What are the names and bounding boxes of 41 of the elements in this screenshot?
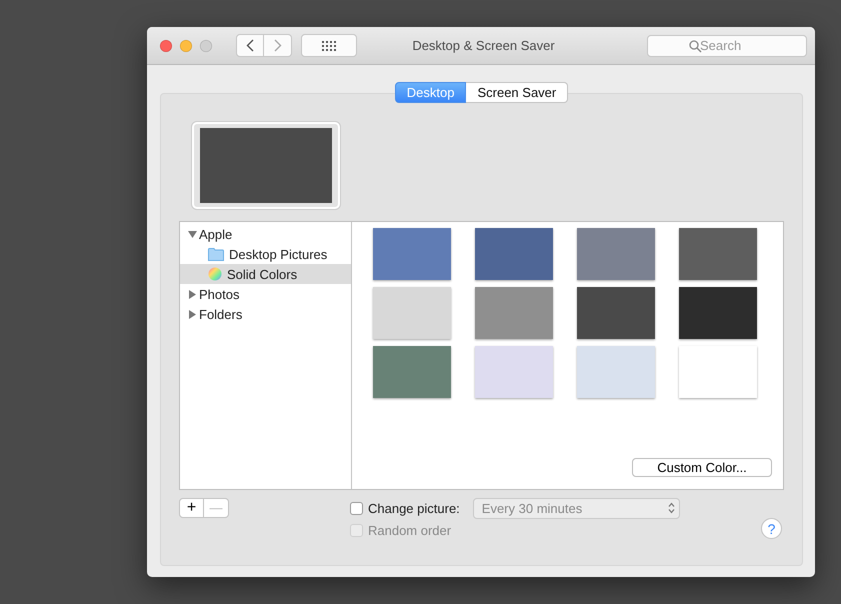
source-item[interactable]: Photos [180,284,351,304]
color-swatch[interactable] [475,228,553,280]
color-swatch[interactable] [577,346,655,398]
color-swatch[interactable] [373,346,451,398]
search-icon [689,40,702,52]
source-item[interactable]: Apple [180,224,351,244]
show-all-button[interactable] [301,34,357,57]
color-swatch[interactable] [577,287,655,339]
close-button[interactable] [160,40,172,52]
search-field[interactable]: Search [647,34,807,56]
help-button[interactable]: ? [761,518,782,539]
color-wheel-icon [208,267,222,281]
minimize-button[interactable] [180,40,192,52]
window-title: Desktop & Screen Saver [412,38,555,53]
updown-chevron-icon [668,502,675,514]
color-swatch[interactable] [475,346,553,398]
zoom-button[interactable] [200,40,212,52]
source-item[interactable]: Folders [180,304,351,324]
change-picture-checkbox[interactable] [350,502,363,514]
collapsed-triangle-icon[interactable] [188,290,197,298]
collapsed-triangle-icon[interactable] [188,310,197,318]
chevron-left-icon [246,39,254,52]
tab[interactable]: Screen Saver [466,82,568,103]
grid-icon [322,40,336,50]
custom-color-button[interactable]: Custom Color... [632,458,772,477]
color-swatch[interactable] [373,287,451,339]
color-swatch[interactable] [679,346,757,398]
color-swatch[interactable] [373,228,451,280]
random-order-label: Random order [368,522,452,538]
color-swatch[interactable] [577,228,655,280]
expanded-triangle-icon[interactable] [188,230,197,238]
color-swatch[interactable] [475,287,553,339]
add-button[interactable]: + [179,498,204,518]
source-item[interactable]: Desktop Pictures [180,244,351,264]
color-swatch[interactable] [679,228,757,280]
chevron-right-icon [274,39,282,52]
folder-icon [208,248,224,260]
source-item[interactable]: Solid Colors [180,264,351,284]
change-picture-label: Change picture: [368,500,460,516]
back-button[interactable] [236,34,264,57]
color-swatch[interactable] [679,287,757,339]
